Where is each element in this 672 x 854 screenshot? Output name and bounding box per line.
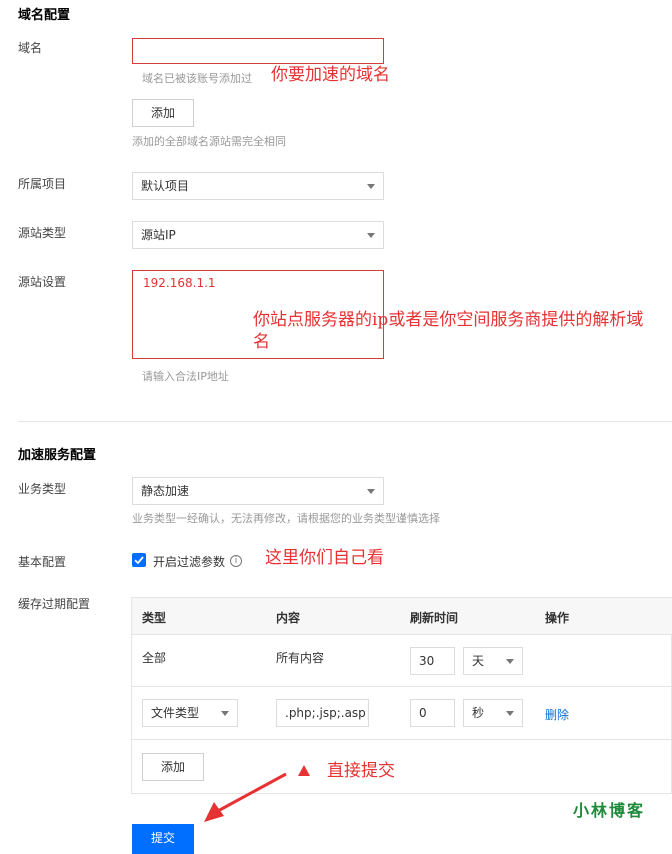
cache-row2-type-select[interactable]: 文件类型 bbox=[142, 699, 238, 727]
submit-annotation: 直接提交 bbox=[327, 761, 395, 781]
filter-checkbox[interactable] bbox=[132, 553, 146, 567]
origin-annotation-line2: 名 bbox=[253, 332, 270, 352]
origin-type-label: 源站类型 bbox=[18, 226, 67, 240]
chevron-down-icon bbox=[367, 489, 375, 494]
add-domain-button[interactable]: 添加 bbox=[132, 99, 194, 127]
cache-row2-unit-select[interactable]: 秒 bbox=[463, 699, 523, 727]
cache-header-action: 操作 bbox=[545, 611, 570, 625]
add-domain-hint: 添加的全部域名源站需完全相同 bbox=[132, 135, 286, 148]
domain-label: 域名 bbox=[18, 41, 43, 55]
chevron-down-icon bbox=[221, 711, 229, 716]
basic-config-label: 基本配置 bbox=[18, 555, 67, 569]
cache-header-type: 类型 bbox=[142, 611, 167, 625]
domain-hint: 域名已被该账号添加过 bbox=[142, 72, 252, 85]
cache-row2-unit-value: 秒 bbox=[472, 706, 485, 720]
annotation-arrow-icon bbox=[204, 765, 310, 822]
chevron-down-icon bbox=[367, 184, 375, 189]
cache-table-header bbox=[132, 598, 672, 634]
info-icon[interactable]: i bbox=[230, 555, 242, 567]
domain-section-title: 域名配置 bbox=[18, 8, 71, 23]
accel-section-title: 加速服务配置 bbox=[18, 448, 97, 463]
origin-setting-label: 源站设置 bbox=[18, 275, 67, 289]
cache-config-label: 缓存过期配置 bbox=[18, 597, 91, 611]
cache-row2-time-input[interactable]: 0 bbox=[410, 699, 455, 727]
business-type-select-value: 静态加速 bbox=[141, 484, 190, 498]
project-select-value: 默认项目 bbox=[141, 179, 190, 193]
business-type-label: 业务类型 bbox=[18, 482, 67, 496]
project-label: 所属项目 bbox=[18, 177, 67, 191]
origin-annotation: 你站点服务器的ip或者是你空间服务商提供的解析域 名 bbox=[253, 309, 643, 353]
cache-row1-unit-select[interactable]: 天 bbox=[463, 647, 523, 675]
chevron-down-icon bbox=[506, 659, 514, 664]
business-type-select[interactable]: 静态加速 bbox=[132, 477, 384, 505]
cache-row1-type: 全部 bbox=[142, 651, 167, 665]
origin-type-select[interactable]: 源站IP bbox=[132, 221, 384, 249]
cache-header-time: 刷新时间 bbox=[410, 611, 459, 625]
origin-hint: 请输入合法IP地址 bbox=[142, 370, 229, 383]
chevron-down-icon bbox=[506, 711, 514, 716]
cache-row2-delete-link[interactable]: 删除 bbox=[545, 706, 569, 723]
submit-button[interactable]: 提交 bbox=[132, 824, 194, 854]
origin-type-select-value: 源站IP bbox=[141, 228, 176, 242]
origin-annotation-line1: 你站点服务器的ip或者是你空间服务商提供的解析域 bbox=[253, 310, 644, 330]
cache-row1-content: 所有内容 bbox=[276, 651, 325, 665]
domain-annotation: 你要加速的域名 bbox=[271, 65, 390, 85]
business-type-hint: 业务类型一经确认，无法再修改，请根据您的业务类型谨慎选择 bbox=[132, 512, 440, 525]
check-icon bbox=[134, 556, 144, 565]
cache-row1-unit-value: 天 bbox=[472, 654, 485, 668]
filter-checkbox-label: 开启过滤参数 bbox=[153, 555, 226, 569]
basic-config-annotation: 这里你们自己看 bbox=[265, 548, 384, 568]
chevron-down-icon bbox=[367, 233, 375, 238]
watermark-logo: 小林博客 bbox=[573, 801, 646, 820]
cache-header-content: 内容 bbox=[276, 611, 301, 625]
cache-row2-content-input[interactable]: .php;.jsp;.asp bbox=[276, 699, 369, 727]
project-select[interactable]: 默认项目 bbox=[132, 172, 384, 200]
origin-setting-value: 192.168.1.1 bbox=[143, 276, 216, 290]
cache-row1-time-input[interactable]: 30 bbox=[410, 647, 455, 675]
section-divider bbox=[18, 421, 672, 422]
cache-row2-type-value: 文件类型 bbox=[151, 706, 200, 720]
